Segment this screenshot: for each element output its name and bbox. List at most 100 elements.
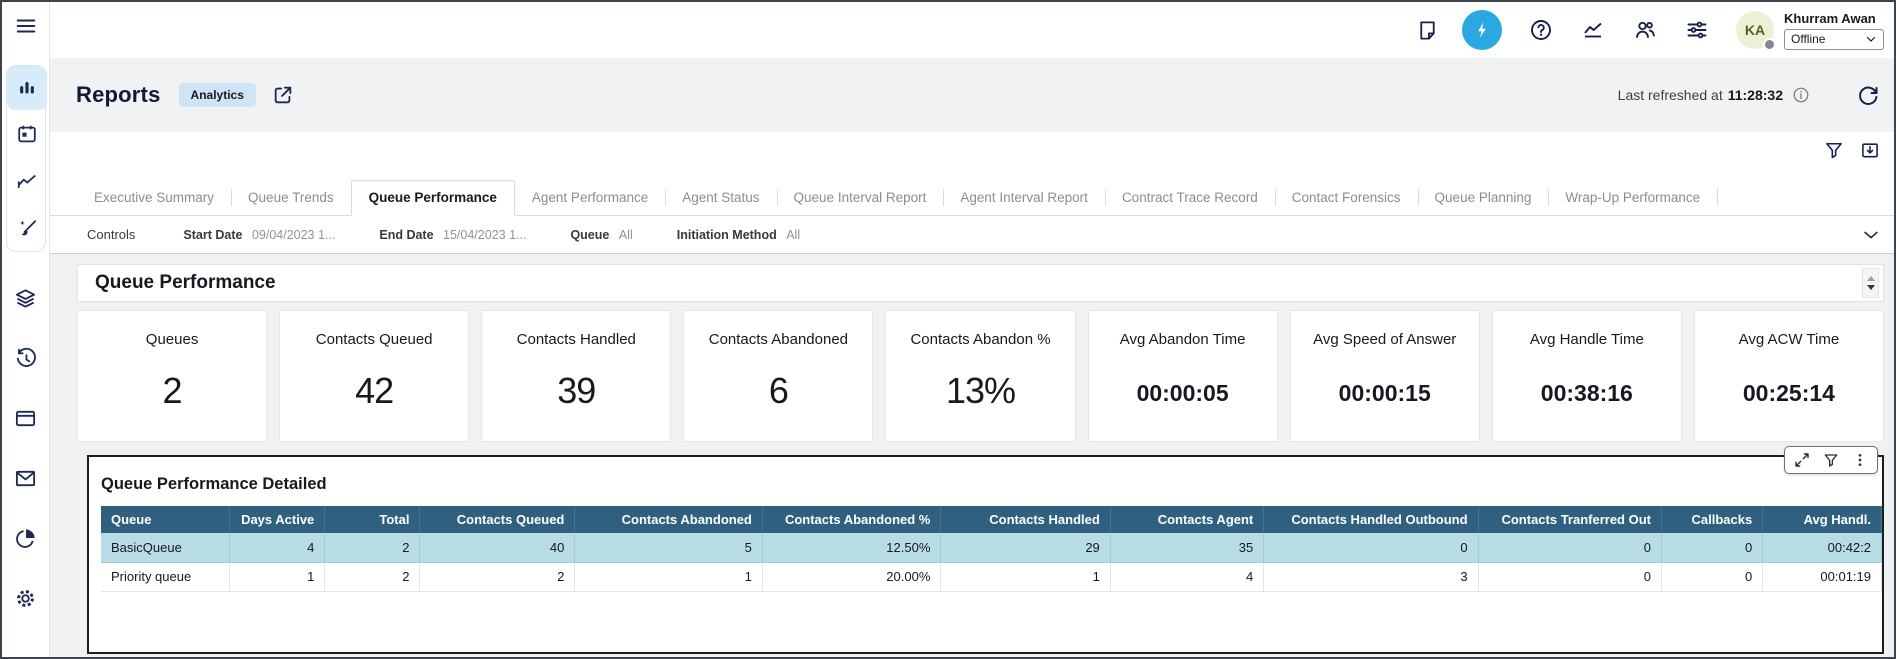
- cell: 0: [1478, 533, 1661, 562]
- tab-queue-performance[interactable]: Queue Performance: [351, 180, 515, 216]
- col-contacts-handled-outbound[interactable]: Contacts Handled Outbound: [1264, 506, 1478, 533]
- step-up-icon[interactable]: [1867, 276, 1875, 281]
- cell: Priority queue: [101, 562, 230, 591]
- hamburger-menu-icon[interactable]: [14, 15, 38, 37]
- users-icon[interactable]: [1632, 17, 1658, 43]
- queue-label: Queue: [570, 228, 609, 242]
- kpi-label: Queues: [146, 331, 199, 348]
- tab-agent-interval-report[interactable]: Agent Interval Report: [943, 181, 1105, 215]
- help-icon[interactable]: [1528, 17, 1554, 43]
- cell: 0: [1662, 533, 1763, 562]
- kpi-value: 13%: [946, 370, 1015, 412]
- sidebar-item-metrics[interactable]: [7, 66, 47, 110]
- last-refreshed-label: Last refreshed at: [1618, 87, 1723, 103]
- kpi-label: Avg Handle Time: [1530, 331, 1644, 348]
- sidebar-item-calendar[interactable]: [7, 110, 47, 157]
- cell: 4: [230, 533, 325, 562]
- widget-filter-icon[interactable]: [1823, 452, 1839, 468]
- cell: 35: [1110, 533, 1263, 562]
- expand-icon[interactable]: [1794, 452, 1810, 468]
- sidebar-item-reports[interactable]: [6, 518, 46, 558]
- queue-value: All: [619, 228, 633, 242]
- sidebar-item-mail[interactable]: [6, 458, 46, 498]
- last-refreshed-time: 11:28:32: [1728, 87, 1783, 103]
- kpi-label: Contacts Abandon %: [910, 331, 1050, 348]
- controls-collapse-chevron-icon[interactable]: [1862, 226, 1880, 244]
- tab-contact-forensics[interactable]: Contact Forensics: [1275, 181, 1418, 215]
- initiation-method-value: All: [786, 228, 800, 242]
- kpi-value: 00:00:05: [1137, 380, 1229, 407]
- kpi-card-avg-acw-time: Avg ACW Time 00:25:14: [1694, 310, 1884, 442]
- col-contacts-agent[interactable]: Contacts Agent: [1110, 506, 1263, 533]
- tab-contract-trace-record[interactable]: Contract Trace Record: [1105, 181, 1275, 215]
- tab-queue-trends[interactable]: Queue Trends: [231, 181, 351, 215]
- col-contacts-handled[interactable]: Contacts Handled: [941, 506, 1110, 533]
- filter-icon[interactable]: [1824, 140, 1844, 160]
- settings-sliders-icon[interactable]: [1684, 17, 1710, 43]
- filter-queue[interactable]: Queue All: [570, 228, 632, 242]
- tab-divider: [1717, 180, 1718, 215]
- tab-agent-performance[interactable]: Agent Performance: [515, 181, 665, 215]
- metrics-icon[interactable]: [1580, 17, 1606, 43]
- sidebar-item-layers[interactable]: [6, 278, 46, 318]
- col-days-active[interactable]: Days Active: [230, 506, 325, 533]
- sidebar-item-design[interactable]: [7, 204, 47, 251]
- avatar[interactable]: KA: [1736, 11, 1774, 49]
- initiation-method-label: Initiation Method: [677, 228, 777, 242]
- contact-control-panel-icon[interactable]: [1462, 10, 1502, 50]
- content: Executive Summary Queue Trends Queue Per…: [50, 132, 1894, 657]
- cell: 3: [1264, 562, 1478, 591]
- user-box: KA Khurram Awan Offline: [1736, 11, 1884, 50]
- refresh-icon[interactable]: [1856, 83, 1880, 107]
- last-refreshed: Last refreshed at 11:28:32: [1618, 83, 1880, 107]
- cell: 00:42:2: [1763, 533, 1882, 562]
- col-callbacks[interactable]: Callbacks: [1662, 506, 1763, 533]
- filter-initiation-method[interactable]: Initiation Method All: [677, 228, 800, 242]
- sidebar-item-settings[interactable]: [6, 578, 46, 618]
- tab-queue-planning[interactable]: Queue Planning: [1418, 181, 1549, 215]
- controls-title: Controls: [87, 227, 135, 242]
- step-down-icon[interactable]: [1867, 285, 1875, 290]
- envelope-icon: [14, 467, 37, 490]
- notes-icon[interactable]: [1414, 17, 1440, 43]
- browser-window-icon: [14, 407, 37, 430]
- filter-end-date[interactable]: End Date 15/04/2023 1...: [379, 228, 526, 242]
- kpi-label: Avg Abandon Time: [1120, 331, 1246, 348]
- tab-agent-status[interactable]: Agent Status: [665, 181, 776, 215]
- start-date-value: 09/04/2023 1...: [252, 228, 335, 242]
- status-select[interactable]: Offline: [1784, 29, 1884, 50]
- cell: 5: [575, 533, 763, 562]
- col-contacts-abandoned[interactable]: Contacts Abandoned: [575, 506, 763, 533]
- start-date-label: Start Date: [183, 228, 242, 242]
- cell: 2: [325, 533, 420, 562]
- col-queue[interactable]: Queue: [101, 506, 230, 533]
- sidebar-item-realtime-metrics[interactable]: [7, 157, 47, 204]
- download-icon[interactable]: [1860, 140, 1880, 160]
- col-avg-handle[interactable]: Avg Handl.: [1763, 506, 1882, 533]
- table-container: Queue Days Active Total Contacts Queued …: [101, 506, 1882, 592]
- report-tabs: Executive Summary Queue Trends Queue Per…: [50, 180, 1894, 216]
- end-date-label: End Date: [379, 228, 433, 242]
- table-row-priority-queue[interactable]: Priority queue 1 2 2 1 20.00% 1 4 3 0 0: [101, 562, 1882, 591]
- queue-performance-table: Queue Days Active Total Contacts Queued …: [101, 506, 1882, 592]
- kpi-label: Contacts Abandoned: [709, 331, 848, 348]
- col-contacts-tranferred-out[interactable]: Contacts Tranferred Out: [1478, 506, 1661, 533]
- col-contacts-abandoned-pct[interactable]: Contacts Abandoned %: [762, 506, 941, 533]
- cell: BasicQueue: [101, 533, 230, 562]
- tab-executive-summary[interactable]: Executive Summary: [77, 181, 231, 215]
- sidebar-item-workspace[interactable]: [6, 398, 46, 438]
- external-link-icon[interactable]: [272, 84, 294, 106]
- filter-start-date[interactable]: Start Date 09/04/2023 1...: [183, 228, 335, 242]
- cell: 1: [575, 562, 763, 591]
- info-icon[interactable]: [1792, 86, 1810, 104]
- sidebar-item-history[interactable]: [6, 338, 46, 378]
- table-row-basicqueue[interactable]: BasicQueue 4 2 40 5 12.50% 29 35 0 0 0: [101, 533, 1882, 562]
- col-contacts-queued[interactable]: Contacts Queued: [420, 506, 575, 533]
- kebab-menu-icon[interactable]: [1852, 452, 1868, 468]
- tab-wrap-up-performance[interactable]: Wrap-Up Performance: [1548, 181, 1717, 215]
- widget-title: Queue Performance Detailed: [101, 475, 1882, 494]
- col-total[interactable]: Total: [325, 506, 420, 533]
- cell: 00:01:19: [1763, 562, 1882, 591]
- kpi-label: Avg Speed of Answer: [1313, 331, 1456, 348]
- tab-queue-interval-report[interactable]: Queue Interval Report: [777, 181, 944, 215]
